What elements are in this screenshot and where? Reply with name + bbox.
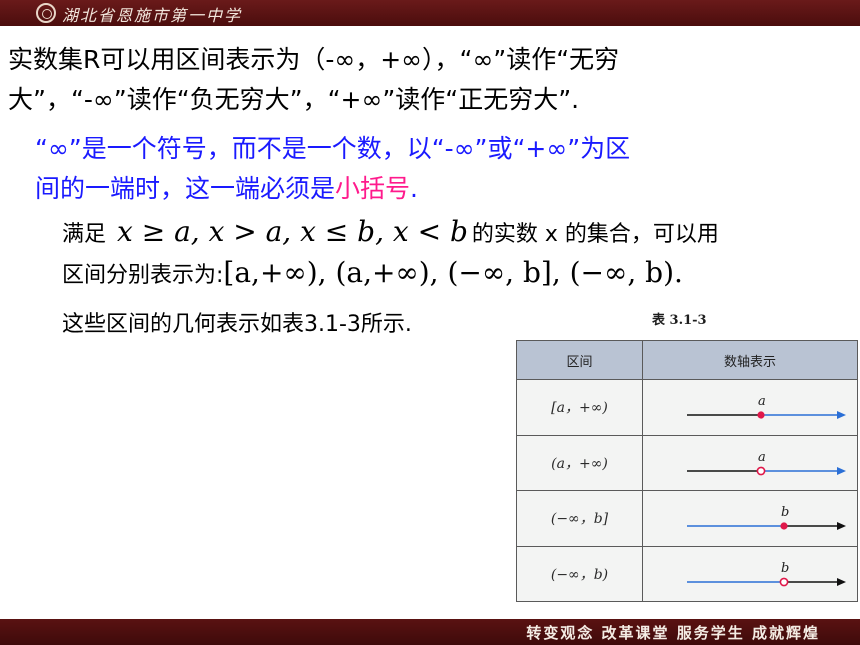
note-line-2-prefix: 间的一端时，这一端必须是 — [35, 174, 336, 203]
number-line-cell: a — [642, 379, 857, 436]
note-line-2: 间的一端时，这一端必须是小括号. — [35, 169, 418, 205]
table-header-row: 区间 数轴表示 — [517, 341, 857, 380]
filled-point-icon — [757, 411, 765, 419]
header-interval: 区间 — [517, 341, 643, 380]
footer-bar: 转变观念 改革课堂 服务学生 成就辉煌 — [0, 619, 860, 645]
table-caption: 表 3.1-3 — [652, 313, 707, 328]
hollow-point-icon — [756, 466, 766, 476]
table-row: [a，+∞) a — [517, 379, 857, 436]
school-name: 湖北省恩施市第一中学 — [62, 6, 243, 25]
footer-motto: 转变观念 改革课堂 服务学生 成就辉煌 — [526, 624, 820, 642]
point-label: b — [781, 505, 789, 520]
interval-table: 区间 数轴表示 [a，+∞) a (a，+∞) a (−∞，b] b (−∞，b… — [516, 340, 858, 602]
point-label: a — [758, 394, 766, 409]
interval-prefix: 区间分别表示为: — [62, 263, 224, 288]
interval-cell: (a，+∞) — [517, 434, 643, 491]
note-line-1: “∞”是一个符号，而不是一个数，以“-∞”或“+∞”为区 — [35, 134, 631, 163]
interval-cell: (−∞，b] — [517, 490, 643, 547]
number-line-3: b — [687, 505, 846, 531]
point-label: a — [758, 450, 766, 465]
note-line-2-suffix: . — [410, 174, 418, 203]
condition-prefix: 满足 — [62, 222, 107, 247]
text-line-1: 实数集R可以用区间表示为（-∞，+∞），“∞”读作“无穷 — [8, 45, 620, 74]
number-line-cell: b — [642, 545, 857, 601]
text-line-2: 大”，“-∞”读作“负无穷大”，“+∞”读作“正无穷大”. — [8, 85, 580, 114]
number-line-4: b — [687, 561, 846, 587]
small-bracket-highlight: 小括号 — [335, 174, 411, 203]
interval-line: 区间分别表示为:[a,+∞), (a,+∞), (−∞, b], (−∞, b)… — [62, 256, 683, 289]
geometry-line: 这些区间的几何表示如表3.1-3所示. — [62, 312, 412, 337]
number-line-cell: a — [642, 434, 857, 491]
condition-line: 满足 x ≥ a, x > a, x ≤ b, x < b 的实数 x 的集合，可… — [62, 215, 719, 248]
hollow-point-icon — [779, 577, 789, 587]
arrow-head-icon — [837, 577, 846, 586]
number-line-cell: b — [642, 490, 857, 547]
arrow-head-icon — [837, 522, 846, 531]
header-bar: 湖北省恩施市第一中学 — [0, 0, 860, 26]
condition-math: x ≥ a, x > a, x ≤ b, x < b — [117, 215, 468, 248]
school-logo-icon — [36, 3, 56, 23]
interval-table-grid: 区间 数轴表示 [a，+∞) a (a，+∞) a (−∞，b] b (−∞，b… — [517, 341, 857, 601]
table-row: (−∞，b] b — [517, 490, 857, 547]
filled-point-icon — [780, 522, 788, 530]
number-line-2: a — [687, 450, 846, 476]
interval-cell: (−∞，b) — [517, 545, 643, 601]
arrow-head-icon — [837, 466, 846, 475]
point-label: b — [781, 561, 789, 576]
interval-cell: [a，+∞) — [517, 379, 643, 436]
header-number-line: 数轴表示 — [642, 341, 857, 380]
arrow-head-icon — [837, 411, 846, 420]
condition-suffix: 的实数 x 的集合，可以用 — [471, 222, 719, 247]
number-line-1: a — [687, 394, 846, 420]
table-row: (a，+∞) a — [517, 434, 857, 491]
table-row: (−∞，b) b — [517, 545, 857, 601]
interval-math: [a,+∞), (a,+∞), (−∞, b], (−∞, b). — [223, 256, 683, 289]
